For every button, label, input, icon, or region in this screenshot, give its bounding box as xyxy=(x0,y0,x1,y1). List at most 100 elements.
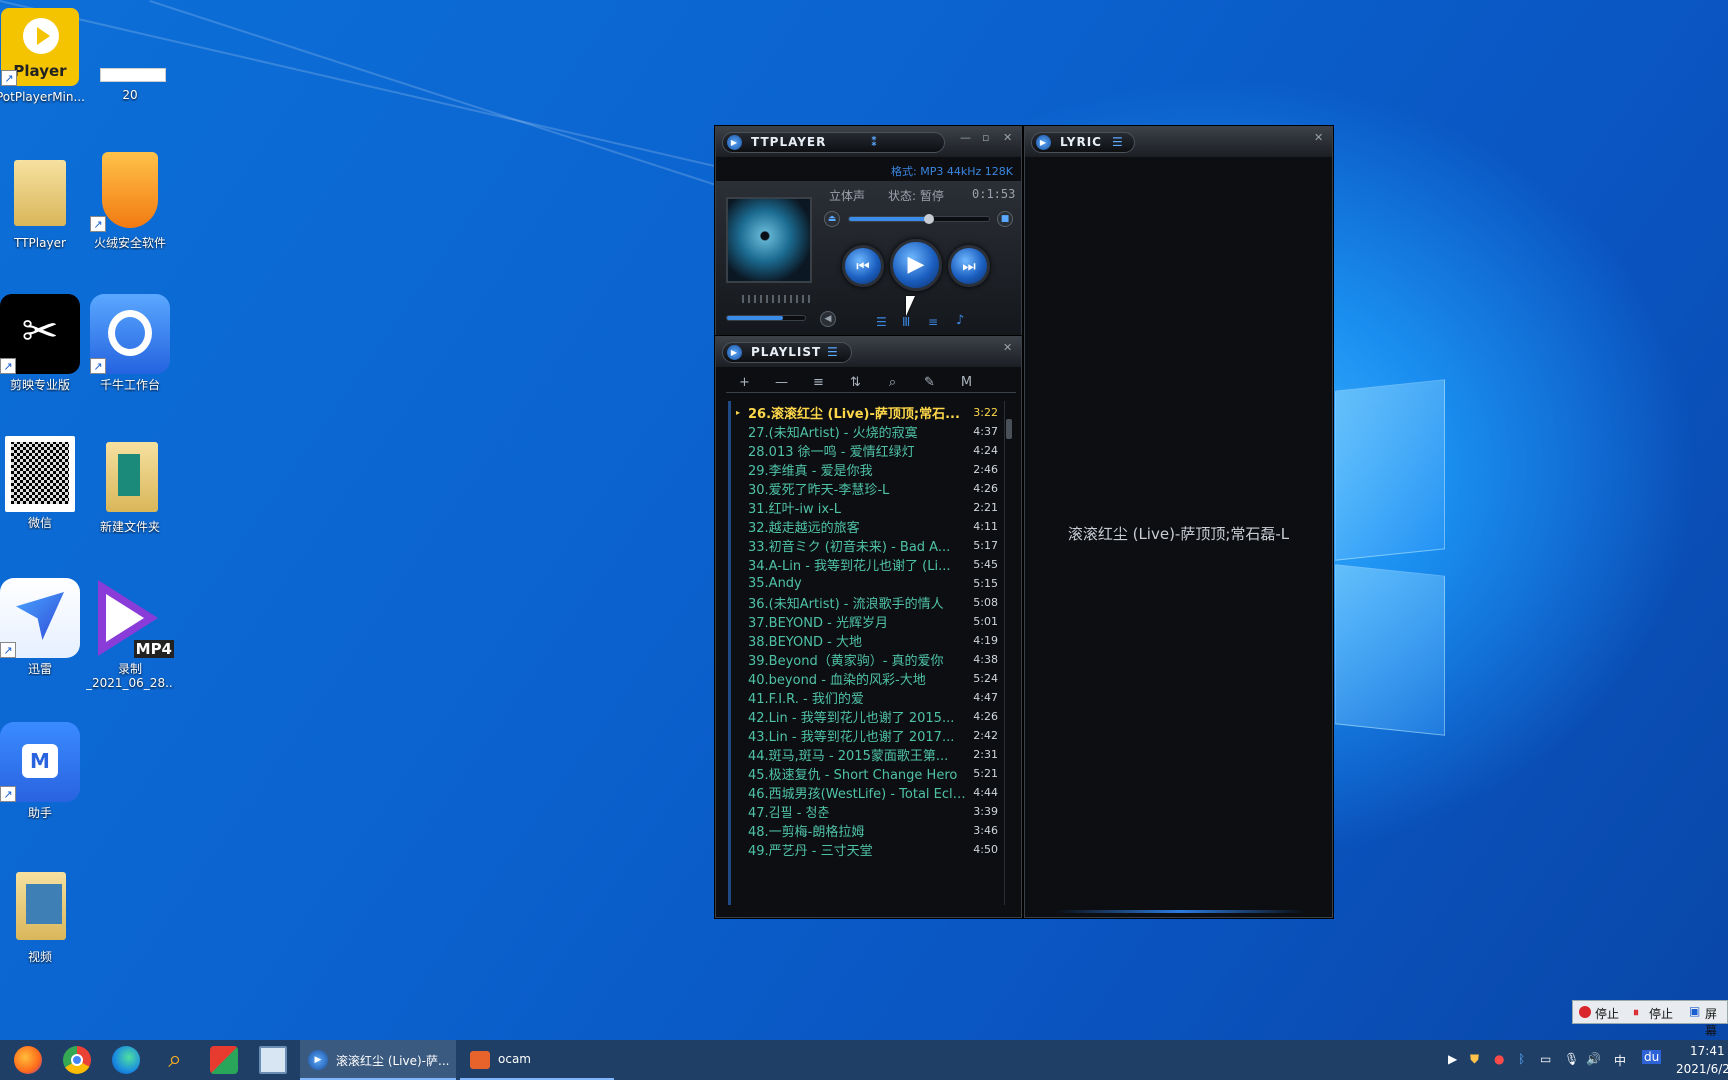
remove-button[interactable]: — xyxy=(763,375,800,390)
stop-button[interactable]: ■ xyxy=(997,211,1013,227)
tray-mic-icon[interactable]: 🎙 xyxy=(1564,1052,1579,1066)
playlist-item[interactable]: 37.BEYOND - 光辉岁月 5:01 xyxy=(736,612,998,631)
playlist-item[interactable]: ▸ 26.滚滚红尘 (Live)-萨顶顶;常石... 3:22 xyxy=(736,403,998,422)
pause-icon[interactable]: ⏸ xyxy=(1633,1005,1639,1020)
playlist-item[interactable]: 36.(未知Artist) - 流浪歌手的情人 5:08 xyxy=(736,593,998,612)
playlist-item[interactable]: 27.(未知Artist) - 火烧的寂寞 4:37 xyxy=(736,422,998,441)
task-button-ttplayer[interactable]: ▶ 滚滚红尘 (Live)-萨... xyxy=(300,1040,456,1080)
stop-button-2[interactable]: 停止 xyxy=(1649,1005,1673,1022)
playlist-item[interactable]: 34.A-Lin - 我等到花儿也谢了 (Li... 5:45 xyxy=(736,555,998,574)
playlist-item[interactable]: 42.Lin - 我等到花儿也谢了 2015... 4:26 xyxy=(736,707,998,726)
add-button[interactable]: + xyxy=(726,375,763,390)
clock-date[interactable]: 2021/6/2 xyxy=(1676,1062,1728,1076)
ttplayer-titlebar[interactable]: ▶ TTPLAYER ⁑ — ▫ ✕ xyxy=(716,127,1021,157)
playlist-item[interactable]: 40.beyond - 血染的风彩-大地 5:24 xyxy=(736,669,998,688)
playlist-toggle-icon[interactable]: ☰ xyxy=(876,315,887,329)
playlist-item[interactable]: 49.严艺丹 - 三寸天堂 4:50 xyxy=(736,840,998,859)
playlist-item[interactable]: 41.F.I.R. - 我们的爱 4:47 xyxy=(736,688,998,707)
playlist-item[interactable]: 38.BEYOND - 大地 4:19 xyxy=(736,631,998,650)
playlist-titlebar[interactable]: ▶ PLAYLIST ☰ ✕ xyxy=(716,337,1021,367)
playlist-item[interactable]: 46.西城男孩(WestLife) - Total Ecli... 4:44 xyxy=(736,783,998,802)
playlist-item[interactable]: 39.Beyond（黄家驹）- 真的爱你 4:38 xyxy=(736,650,998,669)
playlist-item[interactable]: 31.红叶-iw ix-L 2:21 xyxy=(736,498,998,517)
lyric-toggle-icon[interactable]: ≡ xyxy=(928,315,938,329)
search-app-icon[interactable]: ⌕ xyxy=(161,1046,189,1074)
desktop-icon-assistant[interactable]: M ↗ 助手 xyxy=(0,722,84,820)
desktop-app-icon[interactable] xyxy=(259,1046,287,1074)
desktop-icon-huorong[interactable]: ↗ 火绒安全软件 xyxy=(86,152,174,250)
playlist-item[interactable]: 44.斑马,斑马 - 2015蒙面歌王第... 2:31 xyxy=(736,745,998,764)
desktop-icon-wechat[interactable]: 微信 xyxy=(0,436,84,530)
ttplayer-title-pill[interactable]: ▶ TTPLAYER ⁑ xyxy=(722,132,945,153)
edge-icon[interactable] xyxy=(112,1046,140,1074)
playlist-title-pill[interactable]: ▶ PLAYLIST ☰ xyxy=(722,342,852,363)
desktop-icon-xunlei[interactable]: ↗ 迅雷 xyxy=(0,578,84,676)
clock-time[interactable]: 17:41 xyxy=(1690,1044,1725,1058)
desktop-icon-qianniu[interactable]: ↗ 千牛工作台 xyxy=(86,294,174,392)
lyric-window[interactable]: ▶ LYRIC ☰ ✕ 滚滚红尘 (Live)-萨顶顶;常石磊-L xyxy=(1024,126,1333,918)
mode-button[interactable]: M xyxy=(948,375,985,390)
previous-button[interactable]: ⏮ xyxy=(842,245,884,287)
scrollbar-thumb[interactable] xyxy=(1006,419,1012,439)
desktop-icon-capcut[interactable]: ✂ ↗ 剪映专业版 xyxy=(0,294,84,392)
tray-bluetooth-icon[interactable]: ᛒ xyxy=(1518,1052,1525,1066)
firefox-icon[interactable] xyxy=(14,1046,42,1074)
volume-bar[interactable] xyxy=(726,315,806,321)
playlist-item[interactable]: 33.初音ミク (初音未来) - Bad A... 5:17 xyxy=(736,536,998,555)
record-stop-icon[interactable] xyxy=(1579,1006,1591,1018)
stop-button-1[interactable]: 停止 xyxy=(1595,1005,1619,1022)
desktop-icon-ttplayer[interactable]: TTPlayer xyxy=(0,152,84,250)
lyric-title-pill[interactable]: ▶ LYRIC ☰ xyxy=(1031,132,1135,153)
playlist-item[interactable]: 35.Andy 5:15 xyxy=(736,574,998,593)
tray-record-icon[interactable]: ● xyxy=(1494,1052,1504,1066)
playlist-item-duration: 5:08 xyxy=(973,596,998,609)
playlist-scrollbar[interactable] xyxy=(1004,401,1012,905)
lyric-close-button[interactable]: ✕ xyxy=(1314,131,1323,144)
desktop-icon-potplayer[interactable]: Player ↗ PotPlayerMin... xyxy=(0,8,84,104)
tray-network-icon[interactable]: ▭ xyxy=(1540,1052,1551,1066)
desktop-icon-new-folder[interactable]: 新建文件夹 xyxy=(86,436,174,534)
seek-bar[interactable] xyxy=(848,214,990,224)
playlist-item[interactable]: 30.爱死了昨天-李慧珍-L 4:26 xyxy=(736,479,998,498)
minimize-button[interactable]: — xyxy=(960,131,971,144)
playlist-item[interactable]: 48.一剪梅-朗格拉姆 3:46 xyxy=(736,821,998,840)
playlist-item[interactable]: 47.김필 - 청춘 3:39 xyxy=(736,802,998,821)
playlist-item[interactable]: 45.极速复仇 - Short Change Hero 5:21 xyxy=(736,764,998,783)
playlist-item[interactable]: 32.越走越远的旅客 4:11 xyxy=(736,517,998,536)
edit-button[interactable]: ✎ xyxy=(911,375,948,390)
maximize-button[interactable]: ▫ xyxy=(982,131,989,144)
lyric-titlebar[interactable]: ▶ LYRIC ☰ ✕ xyxy=(1025,127,1332,157)
wps-icon[interactable] xyxy=(210,1046,238,1074)
playlist-item[interactable]: 28.013 徐一鸣 - 爱情红绿灯 4:24 xyxy=(736,441,998,460)
lyric-text: 滚滚红尘 (Live)-萨顶顶;常石磊-L xyxy=(1067,525,1290,543)
playlist-list[interactable]: ▸ 26.滚滚红尘 (Live)-萨顶顶;常石... 3:22 27.(未知Artis… xyxy=(736,403,998,905)
playlist-item[interactable]: 29.李维真 - 爱是你我 2:46 xyxy=(736,460,998,479)
music-toggle-icon[interactable]: ♪ xyxy=(956,313,964,328)
seek-thumb[interactable] xyxy=(923,214,934,224)
sort-button[interactable]: ⇅ xyxy=(837,375,874,390)
eject-button[interactable]: ⏏ xyxy=(824,211,840,227)
chrome-icon[interactable] xyxy=(63,1046,91,1074)
screen-button[interactable]: 屏幕 xyxy=(1705,1005,1727,1039)
next-button[interactable]: ⏭ xyxy=(948,245,990,287)
tray-shield-icon[interactable]: ⛊ xyxy=(1470,1052,1479,1067)
desktop-icon-recording[interactable]: MP4 录制 _2021_06_28... xyxy=(86,578,174,690)
playlist-close-button[interactable]: ✕ xyxy=(1003,341,1012,354)
search-button[interactable]: ⌕ xyxy=(874,375,911,390)
play-button[interactable]: ▶ xyxy=(890,239,942,291)
list-button[interactable]: ≡ xyxy=(800,375,837,390)
desktop-icon-20[interactable]: 20 xyxy=(86,8,174,102)
tray-play-icon[interactable]: ▶ xyxy=(1448,1052,1457,1066)
desktop-icon-video[interactable]: 视频 xyxy=(0,866,84,964)
tray-volume-icon[interactable]: 🔊 xyxy=(1586,1052,1601,1066)
equalizer-toggle-icon[interactable]: Ⅲ xyxy=(902,315,910,329)
monitor-icon[interactable]: ▣ xyxy=(1689,1004,1700,1018)
tray-baidu-icon[interactable]: du xyxy=(1642,1050,1662,1064)
ime-indicator[interactable]: 中 xyxy=(1614,1052,1626,1069)
close-button[interactable]: ✕ xyxy=(1003,131,1012,144)
playlist-item[interactable]: 43.Lin - 我等到花儿也谢了 2017... 2:42 xyxy=(736,726,998,745)
ttplayer-window[interactable]: ▶ TTPLAYER ⁑ — ▫ ✕ 格式: MP3 44kHz 128K 立体声 … xyxy=(715,126,1022,336)
task-button-ocam[interactable]: ocam xyxy=(460,1040,614,1080)
playlist-window[interactable]: ▶ PLAYLIST ☰ ✕ + — ≡ ⇅ ⌕ ✎ M ▸ 26.滚滚红尘 (Live)-萨顶顶… xyxy=(715,336,1022,918)
mute-button[interactable]: ◀ xyxy=(820,311,836,327)
